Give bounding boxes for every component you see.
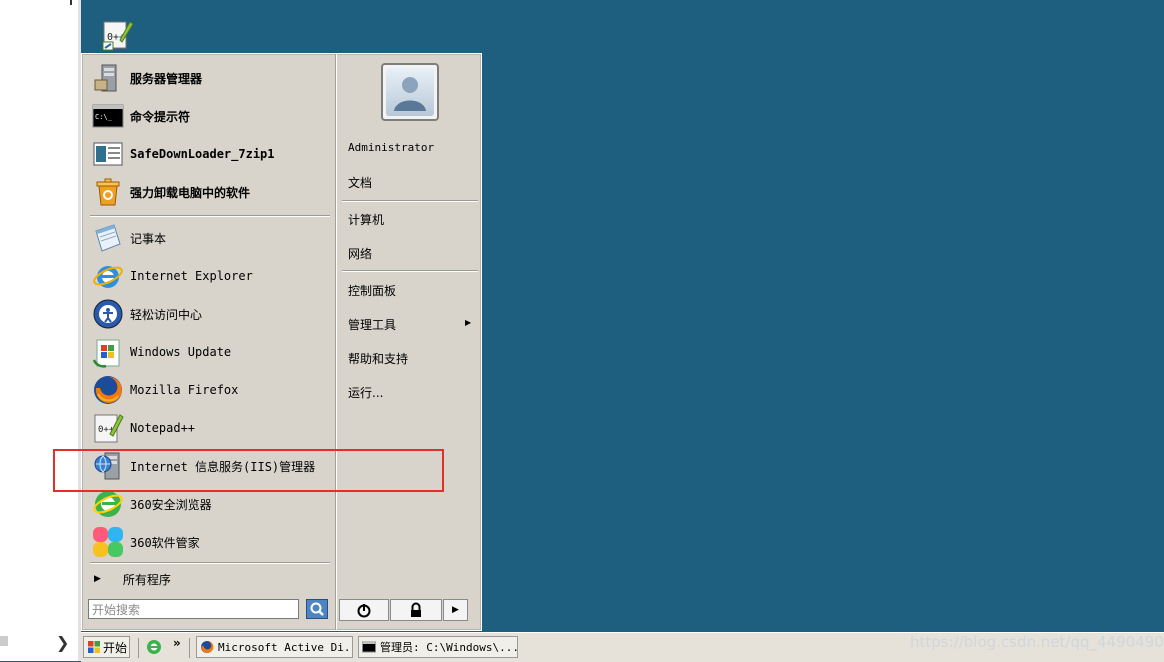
all-programs-button[interactable]: ▶ 所有程序	[88, 568, 334, 590]
place-help-support[interactable]: 帮助和支持	[348, 350, 408, 367]
program-label: Windows Update	[130, 345, 232, 359]
ease-of-access-icon	[92, 298, 124, 330]
program-label: 360软件管家	[130, 535, 200, 550]
submenu-arrow-icon: ▶	[465, 318, 472, 327]
safedownloader-icon	[92, 138, 124, 170]
start-search-input[interactable]: 开始搜索	[88, 599, 299, 619]
menu-divider	[335, 54, 337, 630]
windows-update-icon	[92, 336, 124, 368]
lock-icon	[411, 602, 421, 617]
scrollbar-tick	[70, 0, 72, 5]
separator	[342, 200, 478, 202]
shutdown-options-button[interactable]: ▶	[443, 599, 468, 621]
separator	[90, 215, 330, 217]
place-computer[interactable]: 计算机	[348, 211, 384, 228]
place-run[interactable]: 运行...	[348, 384, 383, 401]
task-label: Microsoft Active Di...	[218, 640, 353, 654]
firefox-icon	[92, 374, 124, 406]
svg-text:C:\_: C:\_	[95, 113, 113, 121]
quick-launch-overflow-icon[interactable]: »	[173, 636, 181, 650]
program-item-internet-explorer[interactable]: Internet Explorer	[88, 257, 334, 295]
place-network[interactable]: 网络	[348, 245, 372, 262]
program-label: 轻松访问中心	[130, 307, 203, 322]
start-button[interactable]: 开始	[83, 636, 130, 658]
place-user-administrator[interactable]: Administrator	[348, 141, 434, 154]
triangle-right-icon: ▶	[452, 605, 459, 615]
magnifier-icon	[310, 602, 324, 616]
notepad-plus-plus-desktop-icon[interactable]: 0++	[100, 18, 134, 52]
program-label: SafeDownLoader_7zip1	[130, 147, 275, 161]
program-label: 记事本	[130, 231, 167, 246]
separator	[90, 562, 330, 564]
quick-launch-360-browser-icon[interactable]	[145, 638, 163, 656]
program-label: 服务器管理器	[130, 71, 203, 86]
program-item-ease-of-access[interactable]: 轻松访问中心	[88, 295, 334, 333]
scroll-right-arrow-icon[interactable]: ❯	[56, 633, 69, 652]
program-label: 360安全浏览器	[130, 497, 212, 512]
uninstall-software-icon	[92, 176, 124, 208]
360-browser-icon	[92, 488, 124, 520]
program-item-command-prompt[interactable]: C:\_ 命令提示符	[88, 97, 334, 135]
taskbar-separator	[138, 638, 139, 658]
program-list: 服务器管理器 C:\_ 命令提示符 SafeDownLoader_7zip1 强…	[88, 54, 336, 594]
start-label: 开始	[103, 640, 128, 655]
place-control-panel[interactable]: 控制面板	[348, 282, 396, 299]
search-placeholder: 开始搜索	[92, 603, 141, 617]
program-item-firefox[interactable]: Mozilla Firefox	[88, 371, 334, 409]
360-software-manager-icon	[92, 526, 124, 558]
program-item-uninstall-software[interactable]: 强力卸载电脑中的软件	[88, 173, 334, 211]
program-item-notepad-plus-plus[interactable]: 0++ Notepad++	[88, 409, 334, 447]
left-window-edge: ❯	[0, 0, 81, 661]
taskbar-separator	[189, 638, 190, 658]
horizontal-scrollbar[interactable]	[0, 636, 8, 646]
shutdown-button[interactable]	[339, 599, 389, 621]
program-item-360-software-manager[interactable]: 360软件管家	[88, 523, 334, 561]
program-item-server-manager[interactable]: 服务器管理器	[88, 59, 334, 97]
command-prompt-icon: C:\_	[92, 100, 124, 132]
task-label: 管理员: C:\Windows\...	[380, 641, 518, 654]
place-admin-tools[interactable]: 管理工具	[348, 316, 396, 333]
cmd-icon	[362, 641, 376, 653]
internet-explorer-icon	[92, 260, 124, 292]
notepad-icon	[92, 222, 124, 254]
program-item-notepad[interactable]: 记事本	[88, 219, 334, 257]
firefox-icon	[201, 640, 214, 653]
notepad-plus-plus-icon: 0++	[92, 412, 124, 444]
places-pane: Administrator 文档 计算机 网络 控制面板 管理工具 ▶ 帮助和支…	[338, 54, 481, 594]
watermark-text: https://blog.csdn.net/qq_44904900	[910, 633, 1164, 651]
power-icon	[357, 604, 371, 618]
start-menu: 服务器管理器 C:\_ 命令提示符 SafeDownLoader_7zip1 强…	[81, 53, 482, 631]
server-manager-icon	[92, 62, 124, 94]
program-label: Notepad++	[130, 421, 196, 435]
separator	[342, 270, 478, 272]
windows-logo-icon	[88, 641, 100, 653]
search-button[interactable]	[306, 599, 328, 619]
place-documents[interactable]: 文档	[348, 174, 372, 191]
lock-button[interactable]	[390, 599, 442, 621]
all-programs-label: 所有程序	[122, 572, 171, 587]
triangle-right-icon: ▶	[94, 574, 101, 584]
highlight-annotation-box	[53, 449, 444, 492]
program-label: 强力卸载电脑中的软件	[130, 185, 251, 200]
taskbar-task-cmd[interactable]: 管理员: C:\Windows\...	[358, 636, 518, 658]
program-label: Internet Explorer	[130, 269, 253, 283]
taskbar-task-firefox[interactable]: Microsoft Active Di...	[196, 636, 353, 658]
program-item-windows-update[interactable]: Windows Update	[88, 333, 334, 371]
program-item-safedownloader[interactable]: SafeDownLoader_7zip1	[88, 135, 334, 173]
user-avatar-icon[interactable]	[381, 63, 439, 121]
program-label: 命令提示符	[130, 109, 191, 124]
program-label: Mozilla Firefox	[130, 383, 239, 397]
